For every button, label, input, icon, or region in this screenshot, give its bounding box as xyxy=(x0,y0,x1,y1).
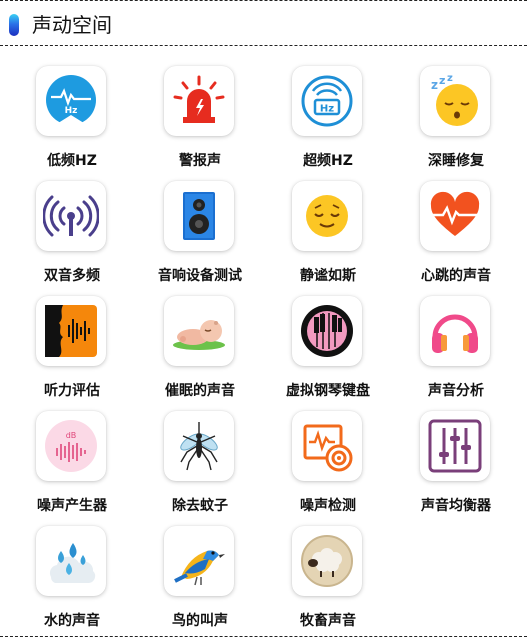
heartbeat-icon xyxy=(420,181,490,251)
tile-label: 双音多频 xyxy=(44,268,100,284)
tile-quiet[interactable]: 静谧如斯 xyxy=(256,177,384,287)
tile-label: 超频HZ xyxy=(303,153,353,169)
relieved-face-icon xyxy=(292,181,362,251)
equalizer-icon xyxy=(420,411,490,481)
bird-icon xyxy=(164,526,234,596)
tile-noise-generator[interactable]: dB 噪声产生器 xyxy=(0,407,128,517)
sleeping-face-icon: z z z xyxy=(420,66,490,136)
tile-livestock[interactable]: 牧畜声音 xyxy=(256,522,384,632)
alarm-siren-icon xyxy=(164,66,234,136)
hearing-assessment-icon xyxy=(36,296,106,366)
tile-label: 心跳的声音 xyxy=(421,268,491,284)
tile-label: 鸟的叫声 xyxy=(172,613,228,629)
tile-heartbeat[interactable]: 心跳的声音 xyxy=(384,177,512,287)
tile-equalizer[interactable]: 声音均衡器 xyxy=(384,407,512,517)
tile-hypnotic[interactable]: 催眠的声音 xyxy=(128,292,256,402)
tile-label: 牧畜声音 xyxy=(300,613,356,629)
tile-label: 水的声音 xyxy=(44,613,100,629)
tile-hearing[interactable]: 听力评估 xyxy=(0,292,128,402)
tile-high-frequency-hz[interactable]: Hz 超频HZ xyxy=(256,62,384,172)
tile-speaker-test[interactable]: 音响设备测试 xyxy=(128,177,256,287)
svg-text:Hz: Hz xyxy=(320,104,334,115)
piano-keyboard-icon xyxy=(292,296,362,366)
tile-label: 警报声 xyxy=(179,153,221,169)
tile-deep-sleep[interactable]: z z z 深睡修复 xyxy=(384,62,512,172)
tile-noise-detection[interactable]: 噪声检测 xyxy=(256,407,384,517)
svg-text:z: z xyxy=(439,74,445,87)
tile-label: 深睡修复 xyxy=(428,153,484,169)
svg-text:z: z xyxy=(447,73,453,84)
bottom-divider xyxy=(0,636,527,637)
tile-label: 音响设备测试 xyxy=(158,268,242,284)
dual-tone-waves-icon xyxy=(36,181,106,251)
tile-sound-analysis[interactable]: 声音分析 xyxy=(384,292,512,402)
tile-label: 声音分析 xyxy=(428,383,484,399)
low-frequency-hz-icon: Hz xyxy=(36,66,106,136)
tile-label: 噪声产生器 xyxy=(37,498,107,514)
page-title: 声动空间 xyxy=(32,13,112,37)
water-drops-icon xyxy=(36,526,106,596)
speaker-icon xyxy=(164,181,234,251)
tile-label: 声音均衡器 xyxy=(421,498,491,514)
noise-db-icon: dB xyxy=(36,411,106,481)
tile-low-frequency-hz[interactable]: Hz 低频HZ xyxy=(0,62,128,172)
sleeping-baby-icon xyxy=(164,296,234,366)
header-accent-bar xyxy=(9,14,19,36)
svg-text:dB: dB xyxy=(66,431,77,440)
tile-piano[interactable]: 虚拟钢琴键盘 xyxy=(256,292,384,402)
tile-label: 噪声检测 xyxy=(300,498,356,514)
high-frequency-hz-icon: Hz xyxy=(292,66,362,136)
header: 声动空间 xyxy=(0,0,527,46)
tile-label: 虚拟钢琴键盘 xyxy=(286,383,370,399)
noise-detection-icon xyxy=(292,411,362,481)
tile-dual-tone[interactable]: 双音多频 xyxy=(0,177,128,287)
sheep-icon xyxy=(292,526,362,596)
tile-label: 低频HZ xyxy=(47,153,97,169)
svg-text:Hz: Hz xyxy=(65,106,78,116)
tile-label: 静谧如斯 xyxy=(300,268,356,284)
tile-label: 听力评估 xyxy=(44,383,100,399)
mosquito-icon xyxy=(164,411,234,481)
headphones-icon xyxy=(420,296,490,366)
tile-bird[interactable]: 鸟的叫声 xyxy=(128,522,256,632)
tile-water[interactable]: 水的声音 xyxy=(0,522,128,632)
tile-label: 除去蚊子 xyxy=(172,498,228,514)
tile-alarm[interactable]: 警报声 xyxy=(128,62,256,172)
svg-text:z: z xyxy=(431,78,438,92)
tile-mosquito[interactable]: 除去蚊子 xyxy=(128,407,256,517)
tile-label: 催眠的声音 xyxy=(165,383,235,399)
